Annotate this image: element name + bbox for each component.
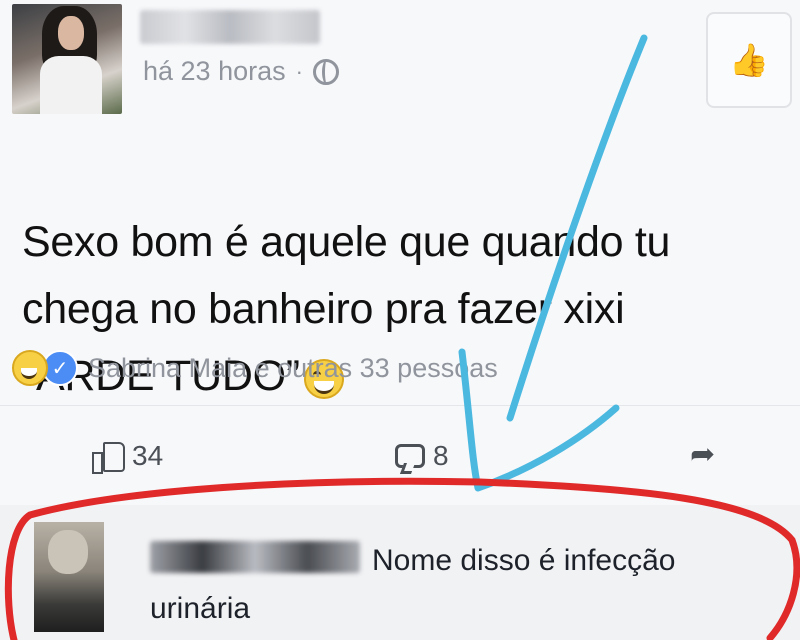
share-arrow-icon: ➦	[690, 438, 716, 471]
post-card: há 23 horas · 👍 Sexo bom é aquele que qu…	[0, 0, 800, 505]
post-actions: 34 8 ➦	[0, 440, 800, 480]
comment-icon	[395, 444, 425, 468]
meta-separator: ·	[295, 58, 303, 84]
poster-avatar[interactable]	[12, 4, 122, 114]
thumbs-up-icon: 👍	[729, 42, 769, 78]
like-count: 34	[132, 440, 164, 471]
reactions-bar[interactable]: ✓ Sabrina Maia e outras 33 pessoas	[12, 350, 498, 386]
reactions-summary[interactable]: Sabrina Maia e outras 33 pessoas	[88, 353, 498, 384]
comment-count: 8	[433, 440, 449, 471]
comment-text: Nome disso é infecção urinária	[150, 544, 676, 625]
share-button[interactable]: ➦	[690, 440, 724, 470]
globe-icon	[312, 58, 339, 85]
comment-button[interactable]: 8	[395, 440, 449, 472]
poster-name-redacted	[140, 10, 320, 44]
thumbs-up-icon	[92, 440, 125, 474]
divider	[0, 405, 800, 406]
commenter-avatar[interactable]	[34, 522, 104, 632]
post-meta: há 23 horas ·	[143, 56, 339, 87]
page-like-button[interactable]: 👍	[706, 12, 792, 108]
post-time[interactable]: há 23 horas	[143, 56, 286, 87]
like-button[interactable]: 34	[92, 440, 164, 474]
haha-emoji-icon	[12, 350, 48, 386]
